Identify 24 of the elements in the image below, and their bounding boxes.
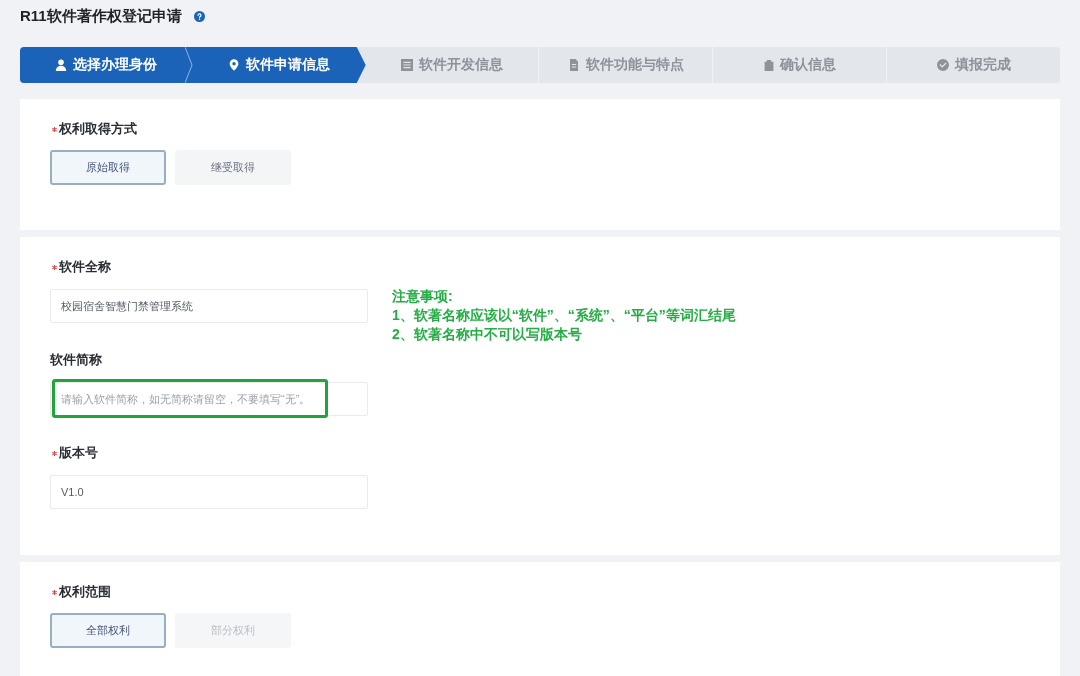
notice-line: 2、软著名称中不可以写版本号 <box>392 325 583 344</box>
option-button[interactable]: 全部权利 <box>50 613 166 648</box>
person-icon <box>55 59 68 71</box>
notice-line: 1、软著名称应该以“软件”、“系统”、“平台”等词汇结尾 <box>392 306 736 325</box>
input-field[interactable]: V1.0 <box>50 475 368 509</box>
document-icon <box>401 59 414 71</box>
chevron-icon <box>184 47 193 83</box>
field-label: 软件简称 <box>50 352 102 368</box>
step-tab[interactable]: 选择办理身份 <box>20 47 193 83</box>
field-label: 版本号 <box>59 445 98 461</box>
file-icon <box>567 59 580 71</box>
clipboard-icon <box>763 59 774 71</box>
input-field[interactable]: 请输入软件简称，如无简称请留空，不要填写“无”。 <box>50 382 368 416</box>
step-tab[interactable]: 软件申请信息 <box>192 47 366 83</box>
input-field[interactable]: 校园宿舍智慧门禁管理系统 <box>50 289 368 323</box>
field-label: 权利取得方式 <box>59 121 137 137</box>
notice-title: 注意事项: <box>392 287 454 306</box>
option-button[interactable]: 原始取得 <box>50 150 166 185</box>
option-button[interactable]: 继受取得 <box>175 150 291 185</box>
field-label: 权利范围 <box>59 584 111 600</box>
page-title: R11软件著作权登记申请 <box>20 6 182 26</box>
field-label: 软件全称 <box>59 259 111 275</box>
help-icon[interactable] <box>193 10 205 22</box>
pin-icon <box>228 59 241 71</box>
